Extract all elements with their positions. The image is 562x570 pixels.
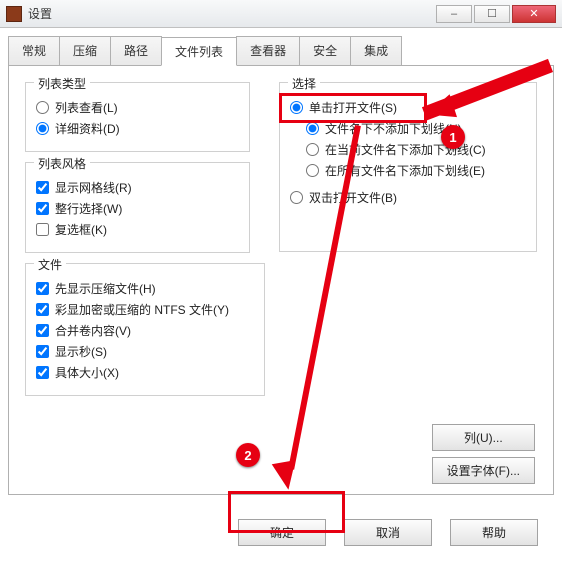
group-title: 列表风格 bbox=[34, 155, 90, 172]
group-title: 选择 bbox=[288, 75, 320, 92]
check-merge-volumes[interactable]: 合并卷内容(V) bbox=[36, 322, 254, 339]
tab-panel: 列表类型 列表查看(L) 详细资料(D) 列表风格 显示网格线(R) 整行选择(… bbox=[8, 65, 554, 495]
group-list-style: 列表风格 显示网格线(R) 整行选择(W) 复选框(K) bbox=[25, 162, 250, 253]
group-select: 选择 单击打开文件(S) 文件名下不添加下划线(N) 在当前文件名下添加下划线(… bbox=[279, 82, 537, 252]
close-button[interactable]: ✕ bbox=[512, 5, 556, 23]
titlebar: 设置 – ☐ ✕ bbox=[0, 0, 562, 28]
font-button[interactable]: 设置字体(F)... bbox=[432, 457, 535, 484]
group-title: 文件 bbox=[34, 256, 66, 273]
check-color-ntfs[interactable]: 彩显加密或压缩的 NTFS 文件(Y) bbox=[36, 301, 254, 318]
radio-single-click[interactable]: 单击打开文件(S) bbox=[290, 99, 526, 116]
check-fullrow[interactable]: 整行选择(W) bbox=[36, 200, 239, 217]
ok-button[interactable]: 确定 bbox=[238, 519, 326, 546]
check-label: 整行选择(W) bbox=[55, 200, 122, 217]
help-button[interactable]: 帮助 bbox=[450, 519, 538, 546]
right-column: 选择 单击打开文件(S) 文件名下不添加下划线(N) 在当前文件名下添加下划线(… bbox=[269, 72, 547, 262]
maximize-button[interactable]: ☐ bbox=[474, 5, 510, 23]
cancel-button[interactable]: 取消 bbox=[344, 519, 432, 546]
tab-viewer[interactable]: 查看器 bbox=[236, 36, 300, 65]
radio-underline-current[interactable]: 在当前文件名下添加下划线(C) bbox=[306, 141, 526, 158]
annotation-badge-2: 2 bbox=[236, 443, 260, 467]
annotation-badge-1: 1 bbox=[441, 125, 465, 149]
tab-strip: 常规 压缩 路径 文件列表 查看器 安全 集成 bbox=[8, 36, 562, 65]
radio-list-view[interactable]: 列表查看(L) bbox=[36, 99, 239, 116]
group-file: 文件 先显示压缩文件(H) 彩显加密或压缩的 NTFS 文件(Y) 合并卷内容(… bbox=[25, 263, 265, 396]
tab-security[interactable]: 安全 bbox=[299, 36, 351, 65]
group-list-type: 列表类型 列表查看(L) 详细资料(D) bbox=[25, 82, 250, 152]
window-controls: – ☐ ✕ bbox=[436, 5, 556, 23]
columns-button[interactable]: 列(U)... bbox=[432, 424, 535, 451]
side-buttons: 列(U)... 设置字体(F)... bbox=[432, 424, 535, 484]
radio-label: 单击打开文件(S) bbox=[309, 99, 397, 116]
check-gridlines[interactable]: 显示网格线(R) bbox=[36, 179, 239, 196]
radio-label: 双击打开文件(B) bbox=[309, 189, 397, 206]
check-label: 显示网格线(R) bbox=[55, 179, 132, 196]
tab-compress[interactable]: 压缩 bbox=[59, 36, 111, 65]
radio-label: 详细资料(D) bbox=[55, 120, 120, 137]
radio-no-underline[interactable]: 文件名下不添加下划线(N) bbox=[306, 120, 526, 137]
check-exact-size[interactable]: 具体大小(X) bbox=[36, 364, 254, 381]
tab-integration[interactable]: 集成 bbox=[350, 36, 402, 65]
tab-general[interactable]: 常规 bbox=[8, 36, 60, 65]
check-label: 具体大小(X) bbox=[55, 364, 119, 381]
radio-double-click[interactable]: 双击打开文件(B) bbox=[290, 189, 526, 206]
annotation-arrowhead-2 bbox=[272, 460, 300, 492]
app-icon bbox=[6, 6, 22, 22]
settings-dialog: 设置 – ☐ ✕ 常规 压缩 路径 文件列表 查看器 安全 集成 列表类型 列表… bbox=[0, 0, 562, 562]
radio-label: 列表查看(L) bbox=[55, 99, 118, 116]
check-checkbox[interactable]: 复选框(K) bbox=[36, 221, 239, 238]
window-title: 设置 bbox=[28, 5, 436, 22]
radio-detail-view[interactable]: 详细资料(D) bbox=[36, 120, 239, 137]
check-show-seconds[interactable]: 显示秒(S) bbox=[36, 343, 254, 360]
radio-underline-all[interactable]: 在所有文件名下添加下划线(E) bbox=[306, 162, 526, 179]
tab-path[interactable]: 路径 bbox=[110, 36, 162, 65]
dialog-buttons: 确定 取消 帮助 bbox=[238, 519, 538, 546]
check-label: 合并卷内容(V) bbox=[55, 322, 131, 339]
tab-filelist[interactable]: 文件列表 bbox=[161, 37, 237, 66]
group-title: 列表类型 bbox=[34, 75, 90, 92]
check-label: 彩显加密或压缩的 NTFS 文件(Y) bbox=[55, 301, 229, 318]
check-label: 复选框(K) bbox=[55, 221, 107, 238]
left-column: 列表类型 列表查看(L) 详细资料(D) 列表风格 显示网格线(R) 整行选择(… bbox=[15, 72, 260, 406]
check-archives-first[interactable]: 先显示压缩文件(H) bbox=[36, 280, 254, 297]
minimize-button[interactable]: – bbox=[436, 5, 472, 23]
check-label: 显示秒(S) bbox=[55, 343, 107, 360]
check-label: 先显示压缩文件(H) bbox=[55, 280, 156, 297]
